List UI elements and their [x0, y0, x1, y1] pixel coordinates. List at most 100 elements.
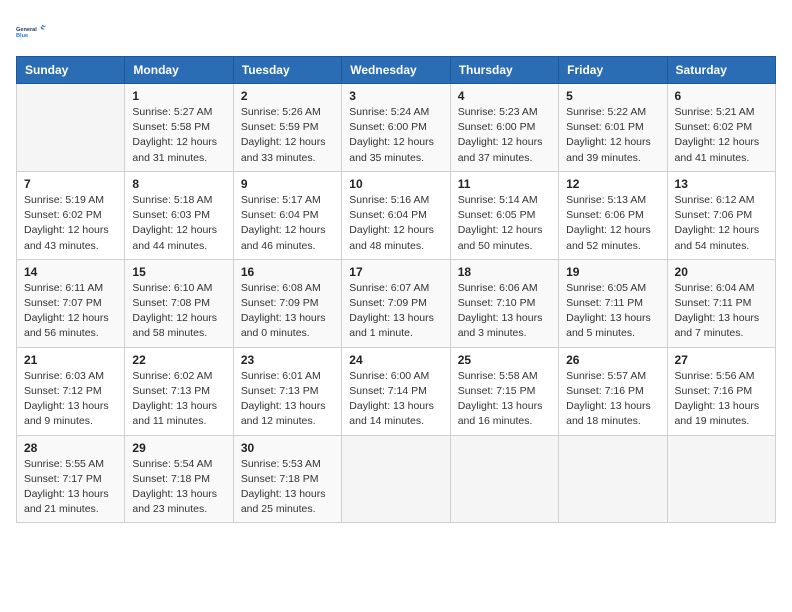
day-cell: 6Sunrise: 5:21 AM Sunset: 6:02 PM Daylig… [667, 84, 775, 172]
day-info: Sunrise: 5:58 AM Sunset: 7:15 PM Dayligh… [458, 369, 551, 430]
day-cell: 16 Sunrise: 6:08 AM Sunset: 7:09 PM Dayli… [233, 259, 341, 347]
header-wednesday: Wednesday [342, 57, 450, 84]
day-info: Sunrise: 6:03 AM Sunset: 7:12 PM Dayligh… [24, 369, 117, 430]
day-number: 8 [132, 177, 225, 191]
day-number: 6 [675, 89, 768, 103]
day-info: Sunrise: 6:04 AM Sunset: 7:11 PM Dayligh… [675, 281, 768, 342]
day-cell: 8 Sunrise: 5:18 AM Sunset: 6:03 PM Daylig… [125, 171, 233, 259]
day-number: 20 [675, 265, 768, 279]
day-info: Sunrise: 5:24 AM Sunset: 6:00 PM Dayligh… [349, 105, 442, 166]
calendar-header: SundayMondayTuesdayWednesdayThursdayFrid… [17, 57, 776, 84]
day-cell: 2 Sunrise: 5:26 AM Sunset: 5:59 PM Daylig… [233, 84, 341, 172]
svg-text:General: General [16, 27, 37, 33]
day-number: 28 [24, 441, 117, 455]
day-number: 26 [566, 353, 659, 367]
header-monday: Monday [125, 57, 233, 84]
day-number: 29 [132, 441, 225, 455]
day-info: Sunrise: 5:17 AM Sunset: 6:04 PM Dayligh… [241, 193, 334, 254]
day-cell: 27Sunrise: 5:56 AM Sunset: 7:16 PM Dayli… [667, 347, 775, 435]
day-number: 22 [132, 353, 225, 367]
day-cell: 10Sunrise: 5:16 AM Sunset: 6:04 PM Dayli… [342, 171, 450, 259]
day-number: 21 [24, 353, 117, 367]
day-number: 7 [24, 177, 117, 191]
day-info: Sunrise: 5:22 AM Sunset: 6:01 PM Dayligh… [566, 105, 659, 166]
header-friday: Friday [559, 57, 667, 84]
day-number: 14 [24, 265, 117, 279]
day-info: Sunrise: 6:12 AM Sunset: 7:06 PM Dayligh… [675, 193, 768, 254]
day-number: 5 [566, 89, 659, 103]
day-number: 30 [241, 441, 334, 455]
day-number: 4 [458, 89, 551, 103]
day-info: Sunrise: 6:11 AM Sunset: 7:07 PM Dayligh… [24, 281, 117, 342]
day-info: Sunrise: 6:06 AM Sunset: 7:10 PM Dayligh… [458, 281, 551, 342]
day-cell: 18 Sunrise: 6:06 AM Sunset: 7:10 PM Dayli… [450, 259, 558, 347]
day-info: Sunrise: 5:54 AM Sunset: 7:18 PM Dayligh… [132, 457, 225, 518]
day-info: Sunrise: 6:02 AM Sunset: 7:13 PM Dayligh… [132, 369, 225, 430]
day-cell: 4 Sunrise: 5:23 AM Sunset: 6:00 PM Daylig… [450, 84, 558, 172]
day-info: Sunrise: 5:56 AM Sunset: 7:16 PM Dayligh… [675, 369, 768, 430]
day-number: 11 [458, 177, 551, 191]
day-info: Sunrise: 5:18 AM Sunset: 6:03 PM Dayligh… [132, 193, 225, 254]
day-cell: 11 Sunrise: 5:14 AM Sunset: 6:05 PM Dayli… [450, 171, 558, 259]
day-info: Sunrise: 5:14 AM Sunset: 6:05 PM Dayligh… [458, 193, 551, 254]
day-number: 15 [132, 265, 225, 279]
day-cell: 7 Sunrise: 5:19 AM Sunset: 6:02 PM Daylig… [17, 171, 125, 259]
day-cell: 30 Sunrise: 5:53 AM Sunset: 7:18 PM Dayli… [233, 435, 341, 523]
header-sunday: Sunday [17, 57, 125, 84]
day-cell: 29 Sunrise: 5:54 AM Sunset: 7:18 PM Dayli… [125, 435, 233, 523]
day-number: 1 [132, 89, 225, 103]
day-number: 18 [458, 265, 551, 279]
day-info: Sunrise: 6:01 AM Sunset: 7:13 PM Dayligh… [241, 369, 334, 430]
day-cell: 24 Sunrise: 6:00 AM Sunset: 7:14 PM Dayli… [342, 347, 450, 435]
day-cell: 22 Sunrise: 6:02 AM Sunset: 7:13 PM Dayli… [125, 347, 233, 435]
day-number: 25 [458, 353, 551, 367]
week-row-1: 1 Sunrise: 5:27 AM Sunset: 5:58 PM Daylig… [17, 84, 776, 172]
day-info: Sunrise: 5:23 AM Sunset: 6:00 PM Dayligh… [458, 105, 551, 166]
day-cell [450, 435, 558, 523]
day-number: 19 [566, 265, 659, 279]
day-cell: 19 Sunrise: 6:05 AM Sunset: 7:11 PM Dayli… [559, 259, 667, 347]
header-saturday: Saturday [667, 57, 775, 84]
day-number: 12 [566, 177, 659, 191]
page-header: GeneralBlue [16, 16, 776, 48]
day-cell [342, 435, 450, 523]
day-cell: 9 Sunrise: 5:17 AM Sunset: 6:04 PM Daylig… [233, 171, 341, 259]
day-cell [667, 435, 775, 523]
week-row-4: 21 Sunrise: 6:03 AM Sunset: 7:12 PM Dayli… [17, 347, 776, 435]
day-cell: 3 Sunrise: 5:24 AM Sunset: 6:00 PM Daylig… [342, 84, 450, 172]
day-info: Sunrise: 5:16 AM Sunset: 6:04 PM Dayligh… [349, 193, 442, 254]
day-cell: 26Sunrise: 5:57 AM Sunset: 7:16 PM Dayli… [559, 347, 667, 435]
day-cell: 25 Sunrise: 5:58 AM Sunset: 7:15 PM Dayli… [450, 347, 558, 435]
header-thursday: Thursday [450, 57, 558, 84]
day-number: 16 [241, 265, 334, 279]
day-info: Sunrise: 6:05 AM Sunset: 7:11 PM Dayligh… [566, 281, 659, 342]
day-number: 9 [241, 177, 334, 191]
day-info: Sunrise: 6:08 AM Sunset: 7:09 PM Dayligh… [241, 281, 334, 342]
day-number: 2 [241, 89, 334, 103]
day-cell: 23Sunrise: 6:01 AM Sunset: 7:13 PM Dayli… [233, 347, 341, 435]
day-number: 17 [349, 265, 442, 279]
header-tuesday: Tuesday [233, 57, 341, 84]
day-info: Sunrise: 6:07 AM Sunset: 7:09 PM Dayligh… [349, 281, 442, 342]
logo-icon: GeneralBlue [16, 16, 48, 48]
day-cell: 12Sunrise: 5:13 AM Sunset: 6:06 PM Dayli… [559, 171, 667, 259]
day-cell: 5 Sunrise: 5:22 AM Sunset: 6:01 PM Daylig… [559, 84, 667, 172]
header-row: SundayMondayTuesdayWednesdayThursdayFrid… [17, 57, 776, 84]
day-number: 13 [675, 177, 768, 191]
day-info: Sunrise: 5:19 AM Sunset: 6:02 PM Dayligh… [24, 193, 117, 254]
day-cell: 15 Sunrise: 6:10 AM Sunset: 7:08 PM Dayli… [125, 259, 233, 347]
day-info: Sunrise: 5:26 AM Sunset: 5:59 PM Dayligh… [241, 105, 334, 166]
day-cell: 1 Sunrise: 5:27 AM Sunset: 5:58 PM Daylig… [125, 84, 233, 172]
day-info: Sunrise: 5:53 AM Sunset: 7:18 PM Dayligh… [241, 457, 334, 518]
day-info: Sunrise: 5:27 AM Sunset: 5:58 PM Dayligh… [132, 105, 225, 166]
svg-text:Blue: Blue [16, 33, 28, 39]
day-info: Sunrise: 6:10 AM Sunset: 7:08 PM Dayligh… [132, 281, 225, 342]
day-info: Sunrise: 6:00 AM Sunset: 7:14 PM Dayligh… [349, 369, 442, 430]
week-row-3: 14 Sunrise: 6:11 AM Sunset: 7:07 PM Dayli… [17, 259, 776, 347]
day-cell: 28Sunrise: 5:55 AM Sunset: 7:17 PM Dayli… [17, 435, 125, 523]
day-number: 24 [349, 353, 442, 367]
day-number: 3 [349, 89, 442, 103]
day-cell: 20 Sunrise: 6:04 AM Sunset: 7:11 PM Dayli… [667, 259, 775, 347]
day-cell: 17 Sunrise: 6:07 AM Sunset: 7:09 PM Dayli… [342, 259, 450, 347]
day-cell: 13 Sunrise: 6:12 AM Sunset: 7:06 PM Dayli… [667, 171, 775, 259]
